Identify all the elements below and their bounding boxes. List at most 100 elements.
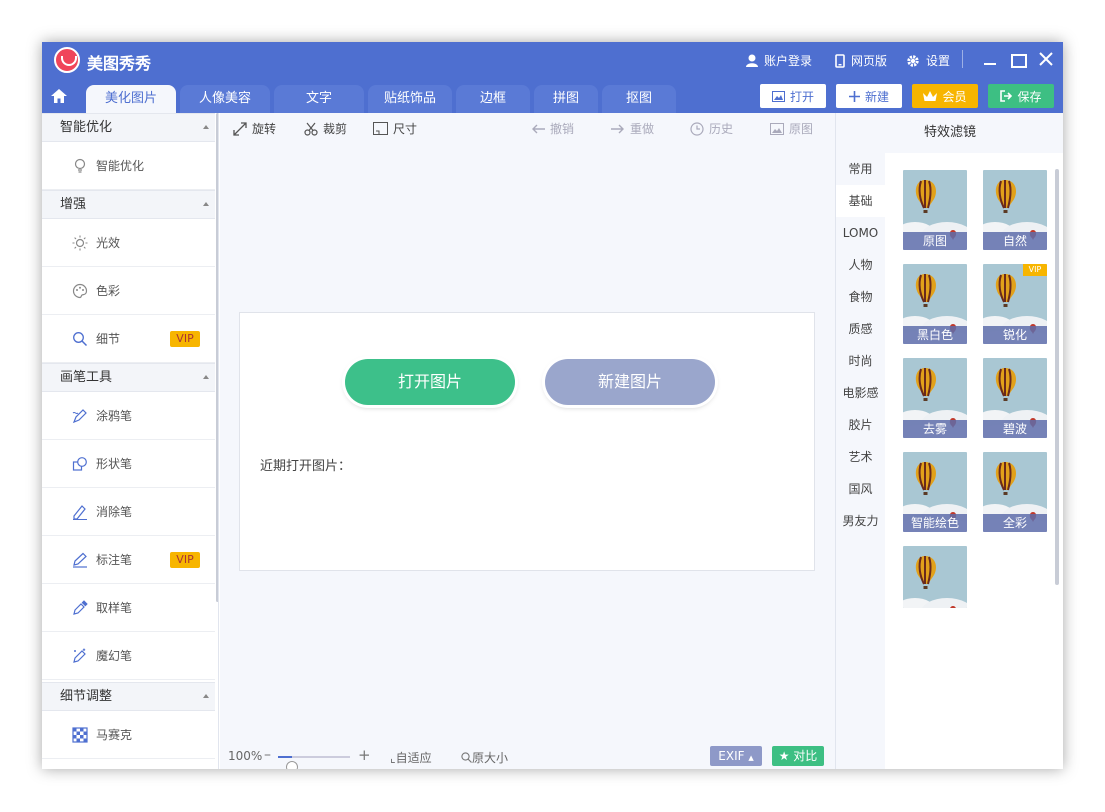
home-icon[interactable] [50, 88, 68, 104]
image-icon [771, 90, 785, 102]
filter-thumbnail[interactable]: 自然 [983, 170, 1047, 250]
new-image-button[interactable]: 新建图片 [545, 359, 715, 405]
history-label: 历史 [709, 122, 734, 136]
filter-thumbnail[interactable] [903, 546, 967, 608]
filter-thumbnail[interactable]: 黑白色 [903, 264, 967, 344]
titlebar-divider [962, 50, 963, 68]
tool-shape-pen[interactable]: 形状笔 [42, 440, 215, 488]
tab-beautify[interactable]: 美化图片 [86, 85, 176, 113]
filter-thumbnail[interactable]: 智能绘色 [903, 452, 967, 532]
redo-button[interactable]: 重做 [611, 120, 654, 137]
tool-color[interactable]: 色彩 [42, 267, 215, 315]
exif-label: EXIF [718, 749, 745, 763]
filter-thumbnail[interactable]: 去雾 [903, 358, 967, 438]
account-login-button[interactable]: 账户登录 [746, 52, 812, 69]
tab-stickers[interactable]: 贴纸饰品 [368, 85, 452, 113]
maximize-button[interactable] [1008, 48, 1028, 70]
fit-window-button[interactable]: ⌞自适应 [390, 749, 432, 766]
tab-collage[interactable]: 拼图 [534, 85, 598, 113]
close-icon [1039, 52, 1053, 66]
filter-panel-title: 特效滤镜 [836, 113, 1063, 153]
new-button[interactable]: 新建 [836, 84, 902, 108]
original-label: 原图 [789, 122, 814, 136]
filter-category-list: 常用 基础 LOMO 人物 食物 质感 时尚 电影感 胶片 艺术 国风 男友力 [836, 153, 885, 769]
app-logo-icon [54, 47, 80, 73]
left-tool-panel: 智能优化 智能优化 增强 光效 色彩 细节 VIP 画笔工具 涂鸦笔 形状笔 消… [42, 113, 219, 769]
filter-category-item[interactable]: 电影感 [836, 377, 885, 409]
tab-portrait[interactable]: 人像美容 [180, 85, 270, 113]
tool-eyedropper[interactable]: 取样笔 [42, 584, 215, 632]
history-button[interactable]: 历史 [690, 120, 733, 137]
undo-button[interactable]: 撤销 [531, 120, 574, 137]
tool-label: 细节 [96, 332, 121, 346]
zoom-in-button[interactable]: + [358, 746, 371, 764]
tool-doodle-pen[interactable]: 涂鸦笔 [42, 392, 215, 440]
zoom-slider[interactable] [278, 756, 350, 769]
image-icon [770, 122, 784, 135]
vip-member-button[interactable]: 会员 [912, 84, 978, 108]
tool-smart-optimize[interactable]: 智能优化 [42, 142, 215, 190]
rotate-button[interactable]: 旋转 [233, 120, 276, 137]
filter-category-item[interactable]: LOMO [836, 217, 885, 249]
exif-button[interactable]: EXIF ▲ [710, 746, 762, 766]
filter-category-item[interactable]: 艺术 [836, 441, 885, 473]
zoom-out-button[interactable]: – [264, 747, 271, 763]
crop-button[interactable]: 裁剪 [304, 120, 347, 137]
arrow-left-icon [532, 124, 545, 133]
filter-thumbnail[interactable]: 碧波 [983, 358, 1047, 438]
tool-label: 马赛克 [96, 728, 133, 742]
filter-category-item[interactable]: 胶片 [836, 409, 885, 441]
filter-category-item[interactable]: 基础 [836, 185, 885, 217]
web-version-button[interactable]: 网页版 [835, 52, 887, 69]
open-image-button[interactable]: 打开图片 [345, 359, 515, 405]
filter-label: 锐化 [983, 326, 1047, 344]
tool-mosaic[interactable]: 马赛克 [42, 711, 215, 759]
vip-tag: VIP [1023, 264, 1047, 276]
filter-category-item[interactable]: 食物 [836, 281, 885, 313]
original-size-button[interactable]: 原大小 [461, 749, 508, 766]
original-button[interactable]: 原图 [770, 120, 813, 137]
rotate-icon [233, 121, 247, 136]
bulb-icon [74, 158, 86, 173]
plus-icon [848, 90, 860, 102]
filter-label: 自然 [983, 232, 1047, 250]
size-button[interactable]: 尺寸 [373, 120, 417, 137]
filter-category-item[interactable]: 常用 [836, 153, 885, 185]
settings-button[interactable]: 设置 [906, 52, 950, 69]
filter-thumbnail[interactable]: 全彩 [983, 452, 1047, 532]
tool-label: 涂鸦笔 [96, 409, 133, 423]
filter-category-item[interactable]: 男友力 [836, 505, 885, 537]
filter-category-item[interactable]: 人物 [836, 249, 885, 281]
zoom-slider-thumb[interactable] [286, 761, 299, 769]
mosaic-icon [72, 727, 88, 743]
scissors-icon [304, 122, 318, 136]
section-brush-tools[interactable]: 画笔工具 [42, 363, 215, 392]
filter-panel-scrollbar[interactable] [1055, 169, 1059, 585]
minimize-button[interactable] [980, 48, 1000, 70]
tool-magic-pen[interactable]: 魔幻笔 [42, 632, 215, 680]
filter-category-item[interactable]: 质感 [836, 313, 885, 345]
filter-category-item[interactable]: 国风 [836, 473, 885, 505]
tab-text[interactable]: 文字 [274, 85, 364, 113]
tool-eraser-pen[interactable]: 消除笔 [42, 488, 215, 536]
filter-thumbnail[interactable]: 原图 [903, 170, 967, 250]
tool-label: 取样笔 [96, 601, 133, 615]
filter-category-item[interactable]: 时尚 [836, 345, 885, 377]
section-enhance[interactable]: 增强 [42, 190, 215, 219]
compare-label: 对比 [793, 749, 818, 763]
filter-thumbnail[interactable]: VIP 锐化 [983, 264, 1047, 344]
open-button[interactable]: 打开 [760, 84, 826, 108]
tool-detail[interactable]: 细节 VIP [42, 315, 215, 363]
compare-button[interactable]: ★ 对比 [772, 746, 824, 766]
tool-light-effect[interactable]: 光效 [42, 219, 215, 267]
left-panel-scrollbar[interactable] [216, 113, 218, 602]
tool-marker-pen[interactable]: 标注笔 VIP [42, 536, 215, 584]
save-button[interactable]: 保存 [988, 84, 1054, 108]
tab-cutout[interactable]: 抠图 [602, 85, 676, 113]
section-detail-adjust[interactable]: 细节调整 [42, 682, 215, 711]
tab-border[interactable]: 边框 [456, 85, 530, 113]
section-smart-optimize[interactable]: 智能优化 [42, 113, 215, 142]
recent-images-label: 近期打开图片： [260, 459, 352, 474]
close-button[interactable] [1036, 48, 1056, 70]
eyedropper-icon [73, 600, 88, 615]
